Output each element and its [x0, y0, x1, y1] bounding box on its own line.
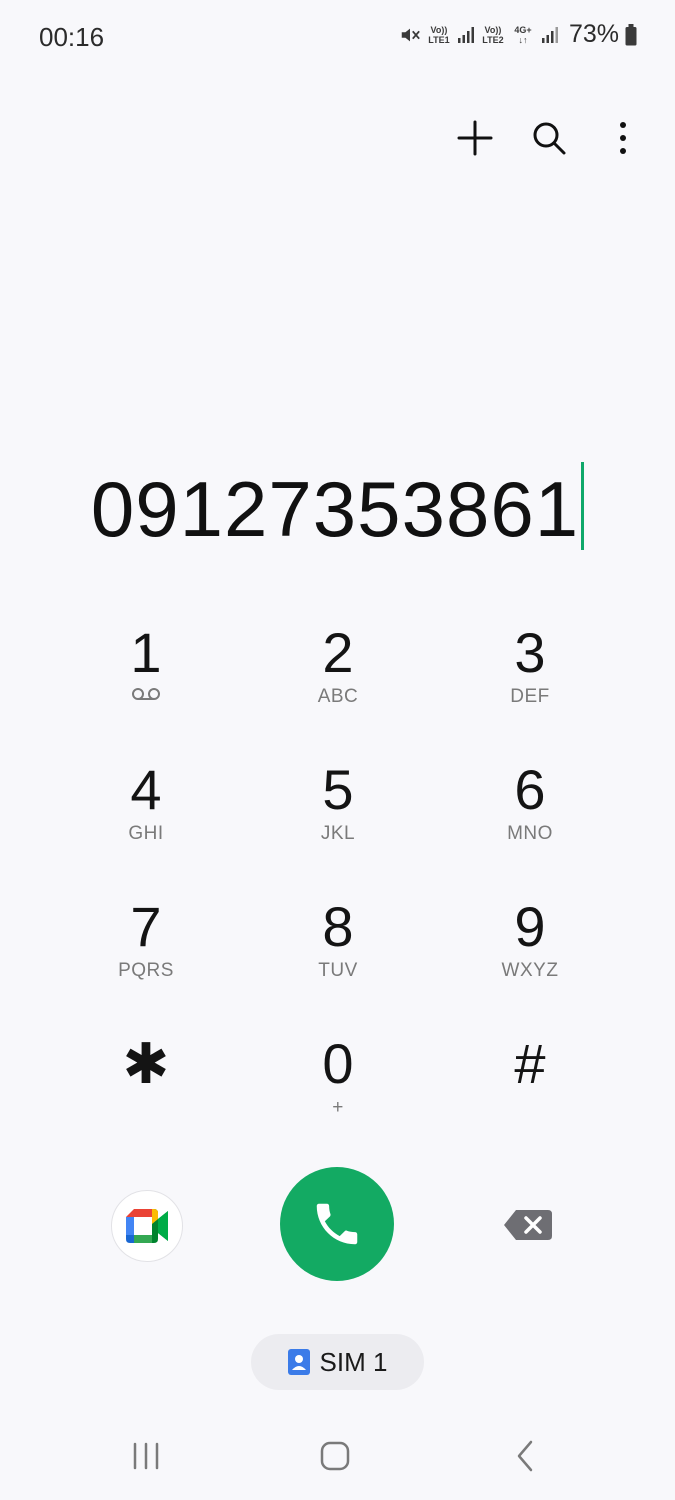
navigation-bar [0, 1420, 675, 1495]
signal-icon [457, 26, 474, 43]
key-2[interactable]: 2 ABC [242, 620, 434, 757]
sim-selector[interactable]: SIM 1 [251, 1334, 424, 1390]
key-letters: JKL [320, 823, 356, 844]
recents-icon [133, 1442, 159, 1470]
key-4[interactable]: 4 GHI [50, 757, 242, 894]
sim2-volte-label: Vo)) [484, 24, 502, 35]
key-digit: ✱ [122, 1032, 170, 1095]
key-digit: 3 [514, 621, 546, 684]
google-meet-icon [126, 1209, 168, 1243]
key-letters: WXYZ [501, 960, 559, 981]
key-digit: 0 [322, 1032, 354, 1095]
add-contact-icon [457, 120, 493, 156]
recents-button[interactable] [121, 1434, 171, 1478]
key-8[interactable]: 8 TUV [242, 894, 434, 1031]
key-letters: GHI [128, 823, 164, 844]
phone-dialer-screen: 00:16 Vo)) LTE1 Vo)) LTE2 4G+ ↓↑ 73% 091… [0, 0, 675, 1500]
data-type: 4G+ ↓↑ [511, 25, 535, 45]
key-digit: # [514, 1032, 546, 1095]
backspace-icon [504, 1210, 552, 1240]
top-actions [453, 116, 645, 160]
status-time: 00:16 [39, 22, 105, 52]
key-digit: 4 [130, 758, 162, 821]
key-5[interactable]: 5 JKL [242, 757, 434, 894]
sim-label: SIM 1 [319, 1346, 388, 1377]
voicemail-icon [132, 688, 160, 700]
key-digit: 7 [130, 895, 162, 958]
key-digit: 1 [130, 621, 162, 684]
key-1[interactable]: 1 [50, 620, 242, 757]
key-letters: PQRS [118, 960, 174, 981]
mute-icon [401, 28, 420, 41]
sim2-network: Vo)) LTE2 [481, 25, 505, 45]
status-bar: 00:16 Vo)) LTE1 Vo)) LTE2 4G+ ↓↑ 73% [0, 0, 675, 75]
keypad: 1 2 ABC 3 DEF 4 GHI 5 JKL 6 MNO 7 PQRS 8… [50, 620, 625, 1168]
search-icon [533, 122, 566, 155]
key-letters: + [332, 1097, 344, 1118]
battery-icon [625, 23, 637, 45]
more-options-button[interactable] [601, 116, 645, 160]
battery-percentage: 73% [568, 20, 619, 48]
key-digit: 8 [322, 895, 354, 958]
key-6[interactable]: 6 MNO [434, 757, 626, 894]
key-letters: TUV [318, 960, 358, 981]
more-options-icon [620, 122, 626, 154]
data-arrows-icon: ↓↑ [518, 34, 528, 45]
key-7[interactable]: 7 PQRS [50, 894, 242, 1031]
key-digit: 9 [514, 895, 546, 958]
key-letters: MNO [507, 823, 553, 844]
video-call-button[interactable] [111, 1190, 183, 1262]
key-digit: 5 [322, 758, 354, 821]
key-digit: 2 [322, 621, 354, 684]
sim-contact-icon [287, 1349, 310, 1375]
key-0[interactable]: 0 + [242, 1031, 434, 1168]
home-icon [320, 1441, 350, 1471]
sim1-volte-label: Vo)) [430, 24, 448, 35]
key-letters: ABC [317, 686, 359, 707]
signal-icon [541, 26, 558, 43]
backspace-button[interactable] [498, 1200, 558, 1250]
sim2-lte-label: LTE2 [482, 34, 504, 45]
dialed-number-field[interactable]: 09127353861 [0, 462, 675, 555]
phone-icon [316, 1203, 358, 1245]
search-button[interactable] [527, 116, 571, 160]
status-icons: Vo)) LTE1 Vo)) LTE2 4G+ ↓↑ 73% [399, 20, 637, 49]
add-contact-button[interactable] [453, 116, 497, 160]
key-3[interactable]: 3 DEF [434, 620, 626, 757]
key-hash[interactable]: # [434, 1031, 626, 1168]
back-icon [517, 1440, 533, 1472]
key-9[interactable]: 9 WXYZ [434, 894, 626, 1031]
data-type-label: 4G+ [514, 24, 532, 35]
sim1-lte-label: LTE1 [428, 34, 450, 45]
call-button[interactable] [280, 1167, 394, 1281]
key-digit: 6 [514, 758, 546, 821]
dialed-number: 09127353861 [90, 465, 580, 553]
home-button[interactable] [310, 1434, 360, 1478]
key-star[interactable]: ✱ [50, 1031, 242, 1168]
key-letters: DEF [510, 686, 550, 707]
back-button[interactable] [500, 1434, 550, 1478]
text-caret [581, 462, 585, 550]
sim1-network: Vo)) LTE1 [427, 25, 451, 45]
